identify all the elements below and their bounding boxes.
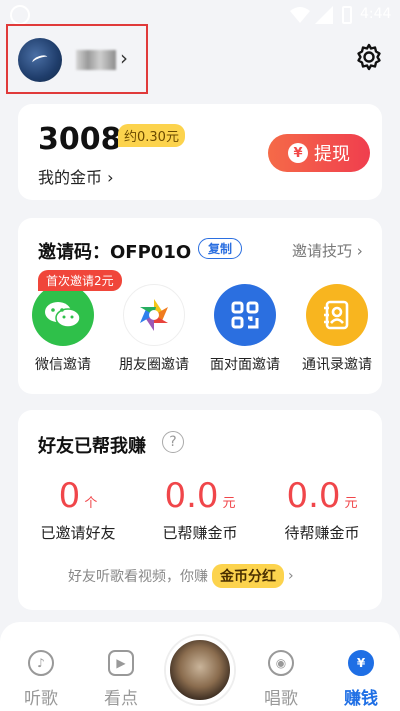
tab-label: 听歌 bbox=[24, 689, 58, 709]
chevron-right-icon: › bbox=[120, 46, 128, 70]
my-coins-link[interactable]: 我的金币 › bbox=[38, 164, 114, 188]
share-label: 面对面邀请 bbox=[210, 357, 280, 373]
tab-listen[interactable]: ♪ 听歌 bbox=[6, 650, 76, 709]
tab-earn[interactable]: ¥ 赚钱 bbox=[326, 650, 396, 709]
mic-icon: ◉ bbox=[268, 650, 294, 676]
stat-unit: 元 bbox=[344, 496, 358, 511]
signal-icon bbox=[315, 6, 333, 24]
stat-label: 已帮赚金币 bbox=[162, 524, 238, 542]
copy-button[interactable]: 复制 bbox=[198, 238, 243, 259]
share-label: 微信邀请 bbox=[35, 357, 91, 373]
qrcode-icon bbox=[214, 284, 276, 346]
earn-note-text: 好友听歌看视频，你赚 bbox=[68, 569, 208, 585]
invite-tips-link[interactable]: 邀请技巧 › bbox=[292, 240, 363, 261]
withdraw-label: 提现 bbox=[314, 144, 350, 165]
wifi-icon bbox=[290, 7, 310, 23]
tab-label: 唱歌 bbox=[264, 689, 298, 709]
chevron-right-icon: › bbox=[288, 568, 294, 584]
stat-earned: 0.0 元 已帮赚金币 bbox=[140, 476, 260, 543]
share-wechat[interactable]: 微信邀请 bbox=[18, 284, 108, 374]
share-label: 朋友圈邀请 bbox=[119, 357, 189, 373]
play-icon: ▶ bbox=[108, 650, 134, 676]
withdraw-button[interactable]: ¥ 提现 bbox=[268, 134, 370, 172]
tab-sing[interactable]: ◉ 唱歌 bbox=[246, 650, 316, 709]
stat-unit: 元 bbox=[222, 496, 236, 511]
now-playing-disc[interactable] bbox=[166, 636, 234, 704]
yen-icon: ¥ bbox=[288, 143, 308, 163]
coins-card: 3008 约0.30元 我的金币 › ¥ 提现 bbox=[18, 104, 382, 200]
tab-label: 赚钱 bbox=[344, 689, 378, 709]
username-blurred bbox=[76, 50, 116, 70]
coin-dividend-tag: 金币分红 bbox=[212, 564, 284, 588]
stat-unit: 个 bbox=[84, 496, 98, 511]
friend-earnings-card: 好友已帮我赚 ? 0个 已邀请好友 0.0 元 已帮赚金币 0.0 元 待帮赚金币 … bbox=[18, 410, 382, 610]
share-label: 通讯录邀请 bbox=[302, 357, 372, 373]
status-time: 4:44 bbox=[360, 6, 392, 22]
help-icon[interactable]: ? bbox=[162, 431, 184, 453]
tab-watch[interactable]: ▶ 看点 bbox=[86, 650, 156, 709]
notification-icon bbox=[10, 5, 30, 25]
share-moments[interactable]: 朋友圈邀请 bbox=[109, 284, 199, 374]
stat-label: 待帮赚金币 bbox=[284, 524, 360, 542]
stat-value: 0 bbox=[58, 476, 81, 516]
music-icon: ♪ bbox=[28, 650, 54, 676]
coin-dividend-link[interactable]: 好友听歌看视频，你赚 金币分红 › bbox=[68, 564, 294, 588]
coin-value-badge: 约0.30元 bbox=[118, 124, 185, 147]
avatar[interactable] bbox=[18, 38, 62, 82]
share-face-to-face[interactable]: 面对面邀请 bbox=[200, 284, 290, 374]
yen-icon: ¥ bbox=[348, 650, 374, 676]
contacts-icon bbox=[306, 284, 368, 346]
moments-icon bbox=[123, 284, 185, 346]
wechat-icon bbox=[32, 284, 94, 346]
battery-icon bbox=[342, 6, 352, 24]
invite-code: 邀请码：OFP01O bbox=[38, 242, 192, 263]
earnings-title: 好友已帮我赚 bbox=[38, 436, 146, 457]
stat-pending: 0.0 元 待帮赚金币 bbox=[262, 476, 382, 543]
stat-value: 0.0 bbox=[286, 476, 341, 516]
first-invite-badge: 首次邀请2元 bbox=[38, 270, 122, 291]
stat-invited: 0个 已邀请好友 bbox=[18, 476, 138, 543]
profile-entry[interactable]: › bbox=[6, 24, 148, 94]
gear-icon[interactable] bbox=[354, 42, 384, 72]
stat-label: 已邀请好友 bbox=[40, 524, 116, 542]
share-contacts[interactable]: 通讯录邀请 bbox=[292, 284, 382, 374]
tab-label: 看点 bbox=[104, 689, 138, 709]
coin-amount: 3008 bbox=[38, 122, 122, 157]
invite-card: 邀请码：OFP01O 复制 邀请技巧 › 首次邀请2元 微信邀请 朋友圈邀请 面… bbox=[18, 218, 382, 394]
stat-value: 0.0 bbox=[164, 476, 219, 516]
